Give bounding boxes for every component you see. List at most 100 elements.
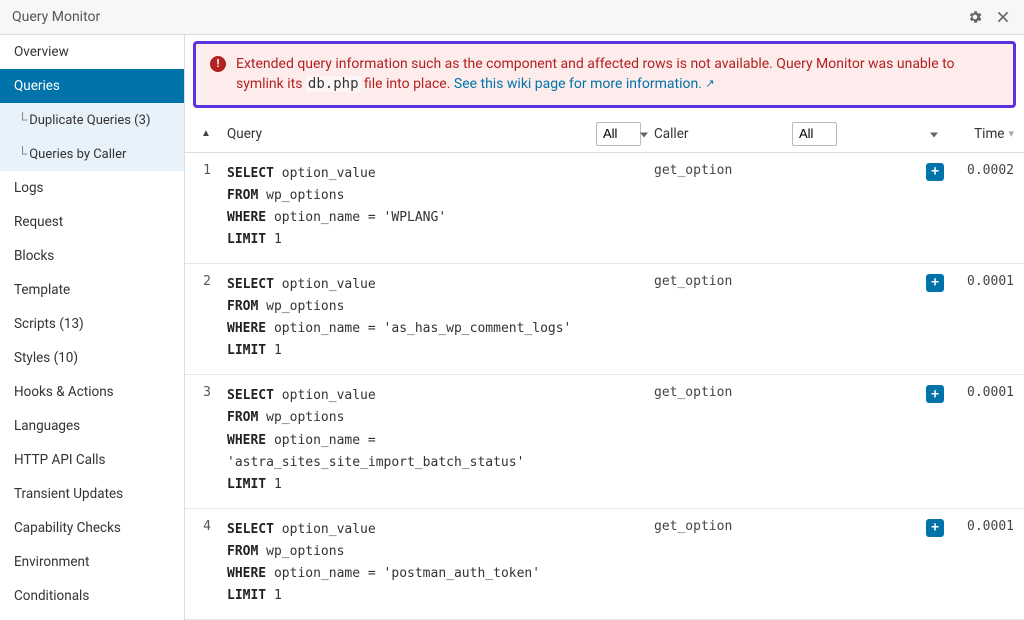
- close-icon[interactable]: [994, 8, 1012, 26]
- expand-button[interactable]: +: [926, 519, 944, 537]
- column-header-caller[interactable]: Caller: [654, 126, 688, 142]
- sidebar-item-label: Hooks & Actions: [14, 384, 114, 400]
- sql-keyword: SELECT: [227, 277, 274, 292]
- sidebar-item-label: Environment: [14, 554, 89, 570]
- sidebar-item[interactable]: Scripts (13): [0, 307, 184, 341]
- query-filter-select[interactable]: All: [596, 122, 641, 146]
- row-number: 1: [191, 163, 221, 251]
- sidebar-item-label: Queries: [14, 78, 60, 94]
- row-number: 4: [191, 519, 221, 607]
- time-cell: 0.0001: [944, 385, 1014, 495]
- caller-text: get_option: [654, 163, 918, 178]
- sidebar-item[interactable]: Overview: [0, 35, 184, 69]
- caller-filter-select[interactable]: All: [792, 122, 837, 146]
- table-row: 4SELECT option_valueFROM wp_optionsWHERE…: [185, 509, 1024, 620]
- warning-notice: ! Extended query information such as the…: [193, 41, 1016, 108]
- sidebar-item-label: Blocks: [14, 248, 54, 264]
- external-link-icon: ↗: [705, 77, 714, 90]
- sql-keyword: WHERE: [227, 433, 266, 448]
- sidebar-item-label: Logs: [14, 180, 44, 196]
- sql-keyword: LIMIT: [227, 343, 266, 358]
- expand-button[interactable]: +: [926, 385, 944, 403]
- sidebar: OverviewQueries└Duplicate Queries (3)└Qu…: [0, 35, 185, 620]
- column-header-query[interactable]: Query: [227, 126, 262, 142]
- sidebar-item[interactable]: Transient Updates: [0, 477, 184, 511]
- sidebar-item-label: Template: [14, 282, 70, 298]
- error-icon: !: [210, 56, 226, 72]
- tree-prefix: └: [18, 113, 27, 128]
- sidebar-item-label: Capability Checks: [14, 520, 121, 536]
- sql-keyword: LIMIT: [227, 477, 266, 492]
- row-number: 2: [191, 274, 221, 362]
- sql-keyword: FROM: [227, 188, 258, 203]
- panel-title: Query Monitor: [12, 9, 100, 25]
- sidebar-item-label: HTTP API Calls: [14, 452, 106, 468]
- table-row: 3SELECT option_valueFROM wp_optionsWHERE…: [185, 375, 1024, 508]
- sidebar-item[interactable]: Blocks: [0, 239, 184, 273]
- sort-indicator[interactable]: ▲: [191, 128, 221, 139]
- sidebar-item-label: Transient Updates: [14, 486, 123, 502]
- sidebar-item[interactable]: └Queries by Caller: [0, 137, 184, 171]
- sql-keyword: SELECT: [227, 388, 274, 403]
- tree-prefix: └: [18, 147, 27, 162]
- sql-keyword: LIMIT: [227, 588, 266, 603]
- caller-cell: get_option +: [654, 519, 944, 607]
- sidebar-item-label: Styles (10): [14, 350, 78, 366]
- table-body: 1SELECT option_valueFROM wp_optionsWHERE…: [185, 153, 1024, 620]
- funnel-icon[interactable]: ▾: [1008, 127, 1014, 140]
- sql-keyword: LIMIT: [227, 232, 266, 247]
- sql-keyword: SELECT: [227, 166, 274, 181]
- sidebar-item[interactable]: Template: [0, 273, 184, 307]
- sidebar-item[interactable]: Environment: [0, 545, 184, 579]
- sidebar-item[interactable]: Hooks & Actions: [0, 375, 184, 409]
- expand-button[interactable]: +: [926, 274, 944, 292]
- expand-button[interactable]: +: [926, 163, 944, 181]
- sidebar-item[interactable]: Conditionals: [0, 579, 184, 613]
- time-cell: 0.0001: [944, 519, 1014, 607]
- caller-text: get_option: [654, 385, 918, 400]
- sidebar-item[interactable]: HTTP API Calls: [0, 443, 184, 477]
- caller-cell: get_option +: [654, 163, 944, 251]
- gear-icon[interactable]: [966, 8, 984, 26]
- table-header: ▲ Query All Caller All: [185, 116, 1024, 153]
- sql-keyword: SELECT: [227, 522, 274, 537]
- notice-text: Extended query information such as the c…: [236, 54, 999, 95]
- sidebar-item[interactable]: Request: [0, 205, 184, 239]
- panel-header: Query Monitor: [0, 0, 1024, 35]
- sidebar-item-label: Scripts (13): [14, 316, 84, 332]
- sidebar-item-label: Request: [14, 214, 63, 230]
- sql-keyword: WHERE: [227, 210, 266, 225]
- sql-keyword: FROM: [227, 410, 258, 425]
- sidebar-item[interactable]: Styles (10): [0, 341, 184, 375]
- sql-keyword: WHERE: [227, 566, 266, 581]
- column-header-time[interactable]: Time: [974, 126, 1004, 142]
- sidebar-item-label: Conditionals: [14, 588, 89, 604]
- row-number: 3: [191, 385, 221, 495]
- sql-keyword: FROM: [227, 299, 258, 314]
- sidebar-item[interactable]: Capability Checks: [0, 511, 184, 545]
- caller-cell: get_option +: [654, 274, 944, 362]
- wiki-link[interactable]: See this wiki page for more information.…: [454, 76, 715, 92]
- sql-keyword: WHERE: [227, 321, 266, 336]
- time-cell: 0.0002: [944, 163, 1014, 251]
- sidebar-item-label: Queries by Caller: [29, 147, 126, 162]
- query-cell: SELECT option_valueFROM wp_optionsWHERE …: [221, 274, 654, 362]
- main-content: ! Extended query information such as the…: [185, 35, 1024, 620]
- time-cell: 0.0001: [944, 274, 1014, 362]
- query-cell: SELECT option_valueFROM wp_optionsWHERE …: [221, 519, 654, 607]
- caller-cell: get_option +: [654, 385, 944, 495]
- sidebar-item-label: Duplicate Queries (3): [29, 113, 150, 128]
- query-cell: SELECT option_valueFROM wp_optionsWHERE …: [221, 163, 654, 251]
- table-row: 1SELECT option_valueFROM wp_optionsWHERE…: [185, 153, 1024, 264]
- caller-text: get_option: [654, 274, 918, 289]
- sidebar-item[interactable]: Languages: [0, 409, 184, 443]
- caller-text: get_option: [654, 519, 918, 534]
- sidebar-item[interactable]: Logs: [0, 171, 184, 205]
- sidebar-item[interactable]: Queries: [0, 69, 184, 103]
- query-cell: SELECT option_valueFROM wp_optionsWHERE …: [221, 385, 654, 495]
- sql-keyword: FROM: [227, 544, 258, 559]
- sidebar-item-label: Overview: [14, 44, 69, 60]
- sidebar-item-label: Languages: [14, 418, 80, 434]
- table-row: 2SELECT option_valueFROM wp_optionsWHERE…: [185, 264, 1024, 375]
- sidebar-item[interactable]: └Duplicate Queries (3): [0, 103, 184, 137]
